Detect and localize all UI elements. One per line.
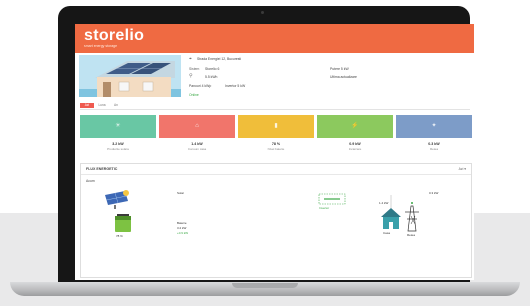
- house-flow-label: Casa: [383, 231, 391, 235]
- energy-flow-panel: FLUX ENERGETIC Azi ▾ Acum Solar Invertor…: [80, 163, 472, 278]
- laptop-notch: [232, 283, 298, 288]
- tile-battery-value: 78 %: [271, 142, 281, 146]
- plug-icon: ⚡: [351, 123, 359, 129]
- tile-grid-label: Retea: [429, 147, 438, 151]
- updated-label: Ultima actualizare: [330, 75, 357, 79]
- battery-unit-icon: [115, 214, 131, 232]
- top-bar: storelio smart energy storage: [75, 24, 474, 53]
- battery-icon: ▮: [274, 123, 278, 129]
- house-flow-value: 1.4 kW: [379, 201, 389, 205]
- tab-year[interactable]: An: [110, 103, 122, 108]
- brand-logo[interactable]: storelio: [84, 27, 144, 45]
- capacity-value: 5.5 kWh: [205, 75, 218, 79]
- tab-month[interactable]: Luna: [96, 103, 108, 108]
- sun-icon: ☀: [115, 123, 121, 129]
- tile-consumption-value: 1.4 kW: [191, 142, 203, 146]
- tile-consumption-label: Consum casa: [187, 147, 207, 151]
- tile-charging-value: 0.9 kW: [349, 142, 361, 146]
- solar-flow-label: Solar: [177, 191, 185, 195]
- tab-today[interactable]: Azi: [80, 103, 94, 108]
- system-label: Sistem: [189, 67, 200, 71]
- tile-battery[interactable]: ▮: [238, 115, 314, 138]
- status-value: Online: [189, 93, 199, 97]
- tile-grid[interactable]: ✦: [396, 115, 472, 138]
- power-label: Putere 5 kW: [330, 67, 349, 71]
- grid-flow-label: Retea: [407, 233, 416, 237]
- tile-charging[interactable]: ⚡: [317, 115, 393, 138]
- grid-flow-value: 0.3 kW: [429, 191, 439, 195]
- panels-value: Panouri 4 kWp: [189, 84, 212, 88]
- power-pylon-icon: [405, 202, 419, 232]
- inverter-flow-label: Invertor: [319, 206, 330, 210]
- location-pin-icon: ⌖: [189, 56, 192, 62]
- inverter-icon: [318, 193, 346, 205]
- tile-solar-label: Productie solara: [107, 147, 129, 151]
- house-solar-illustration: [79, 55, 181, 97]
- solar-flow-value: 3.2 kW: [177, 226, 187, 230]
- tile-charging-label: Incarcare: [348, 147, 362, 151]
- brand-tagline: smart energy storage: [84, 44, 118, 48]
- tile-grid-value: 0.3 kW: [428, 142, 440, 146]
- location-text: Strada Energiei 12, Bucuresti: [197, 57, 242, 61]
- inverter-value: Invertor 5 kW: [225, 84, 246, 88]
- energy-flow-diagram: [105, 190, 419, 232]
- tile-solar[interactable]: ☀: [80, 115, 156, 138]
- period-tabs: Azi Luna An: [80, 103, 470, 110]
- system-value: Storelio 6: [205, 67, 220, 71]
- camera-dot: [261, 11, 264, 14]
- battery-flow-value: 78 %: [116, 234, 123, 238]
- tile-battery-label: Nivel baterie: [267, 147, 285, 151]
- grid-icon: ✦: [431, 123, 437, 129]
- tile-consumption[interactable]: ⌂: [159, 115, 235, 138]
- tile-solar-value: 3.2 kW: [112, 142, 124, 146]
- capacity-icon: ⚲: [189, 73, 193, 79]
- home-icon: ⌂: [195, 123, 199, 129]
- laptop-screen: storelio smart energy storage ⌖ Strada E…: [75, 24, 474, 280]
- charge-flow-value: +0.9 kW: [177, 231, 189, 235]
- battery-flow-label: Baterie: [177, 221, 187, 225]
- solar-panel-icon: [105, 190, 129, 209]
